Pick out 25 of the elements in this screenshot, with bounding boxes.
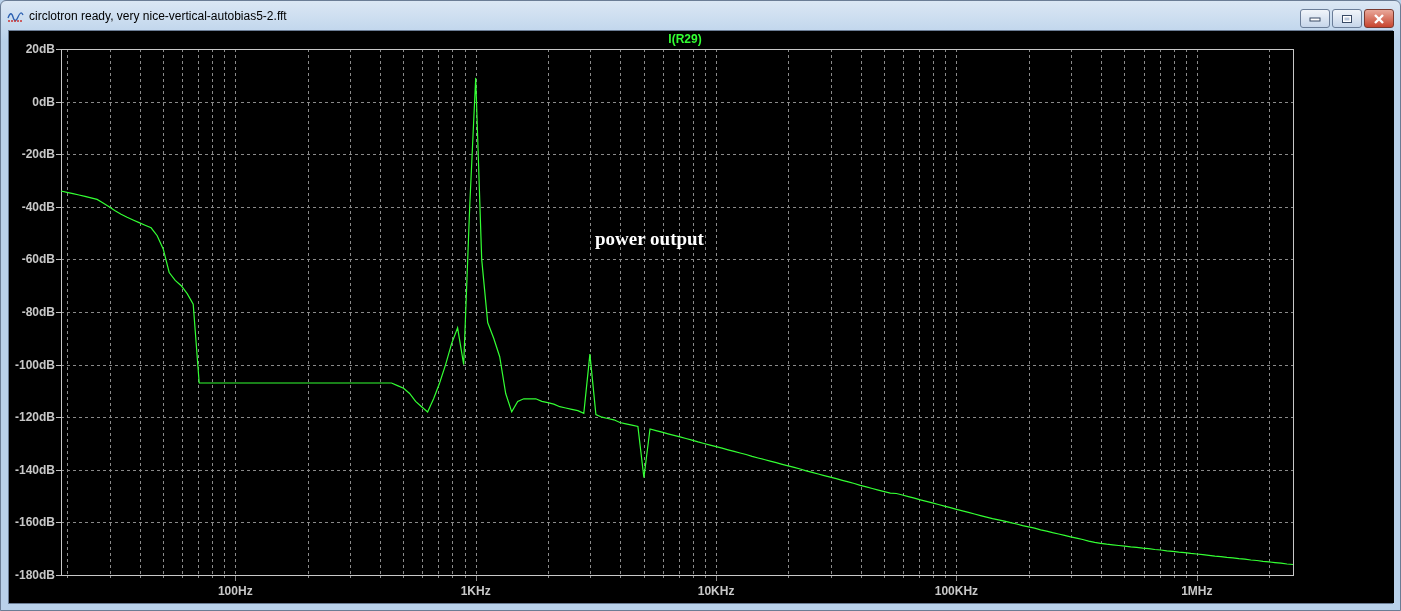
y-tick-label: -40dB [21, 199, 55, 214]
close-icon [1373, 13, 1385, 24]
x-tick-label: 100KHz [934, 584, 979, 598]
close-button[interactable] [1364, 9, 1394, 28]
x-tick-label: 10KHz [697, 584, 735, 598]
trace-name: I(R29) [668, 32, 702, 46]
x-tick-label: 100Hz [217, 584, 253, 598]
y-tick-label: -180dB [15, 568, 55, 582]
annotation-text: power output [595, 228, 704, 249]
x-tick-label: 1MHz [1181, 584, 1213, 598]
minimize-button[interactable] [1300, 9, 1330, 28]
y-tick-label: -80dB [21, 305, 55, 319]
y-tick-label: -60dB [21, 252, 55, 267]
y-tick-label: -120dB [15, 410, 55, 425]
y-tick-label: 0dB [32, 94, 55, 109]
x-tick-label: 1KHz [460, 584, 491, 598]
y-tick-label: 20dB [25, 42, 55, 56]
y-tick-label: -160dB [15, 515, 55, 530]
y-tick-label: -20dB [21, 147, 55, 162]
maximize-button[interactable] [1332, 9, 1362, 28]
y-tick-label: -100dB [15, 357, 55, 372]
y-tick-label: -140dB [15, 462, 55, 477]
window-title: circlotron ready, very nice-vertical-autobias5-2.fft [29, 8, 288, 23]
minimize-icon [1309, 15, 1321, 22]
maximize-icon [1341, 13, 1353, 24]
